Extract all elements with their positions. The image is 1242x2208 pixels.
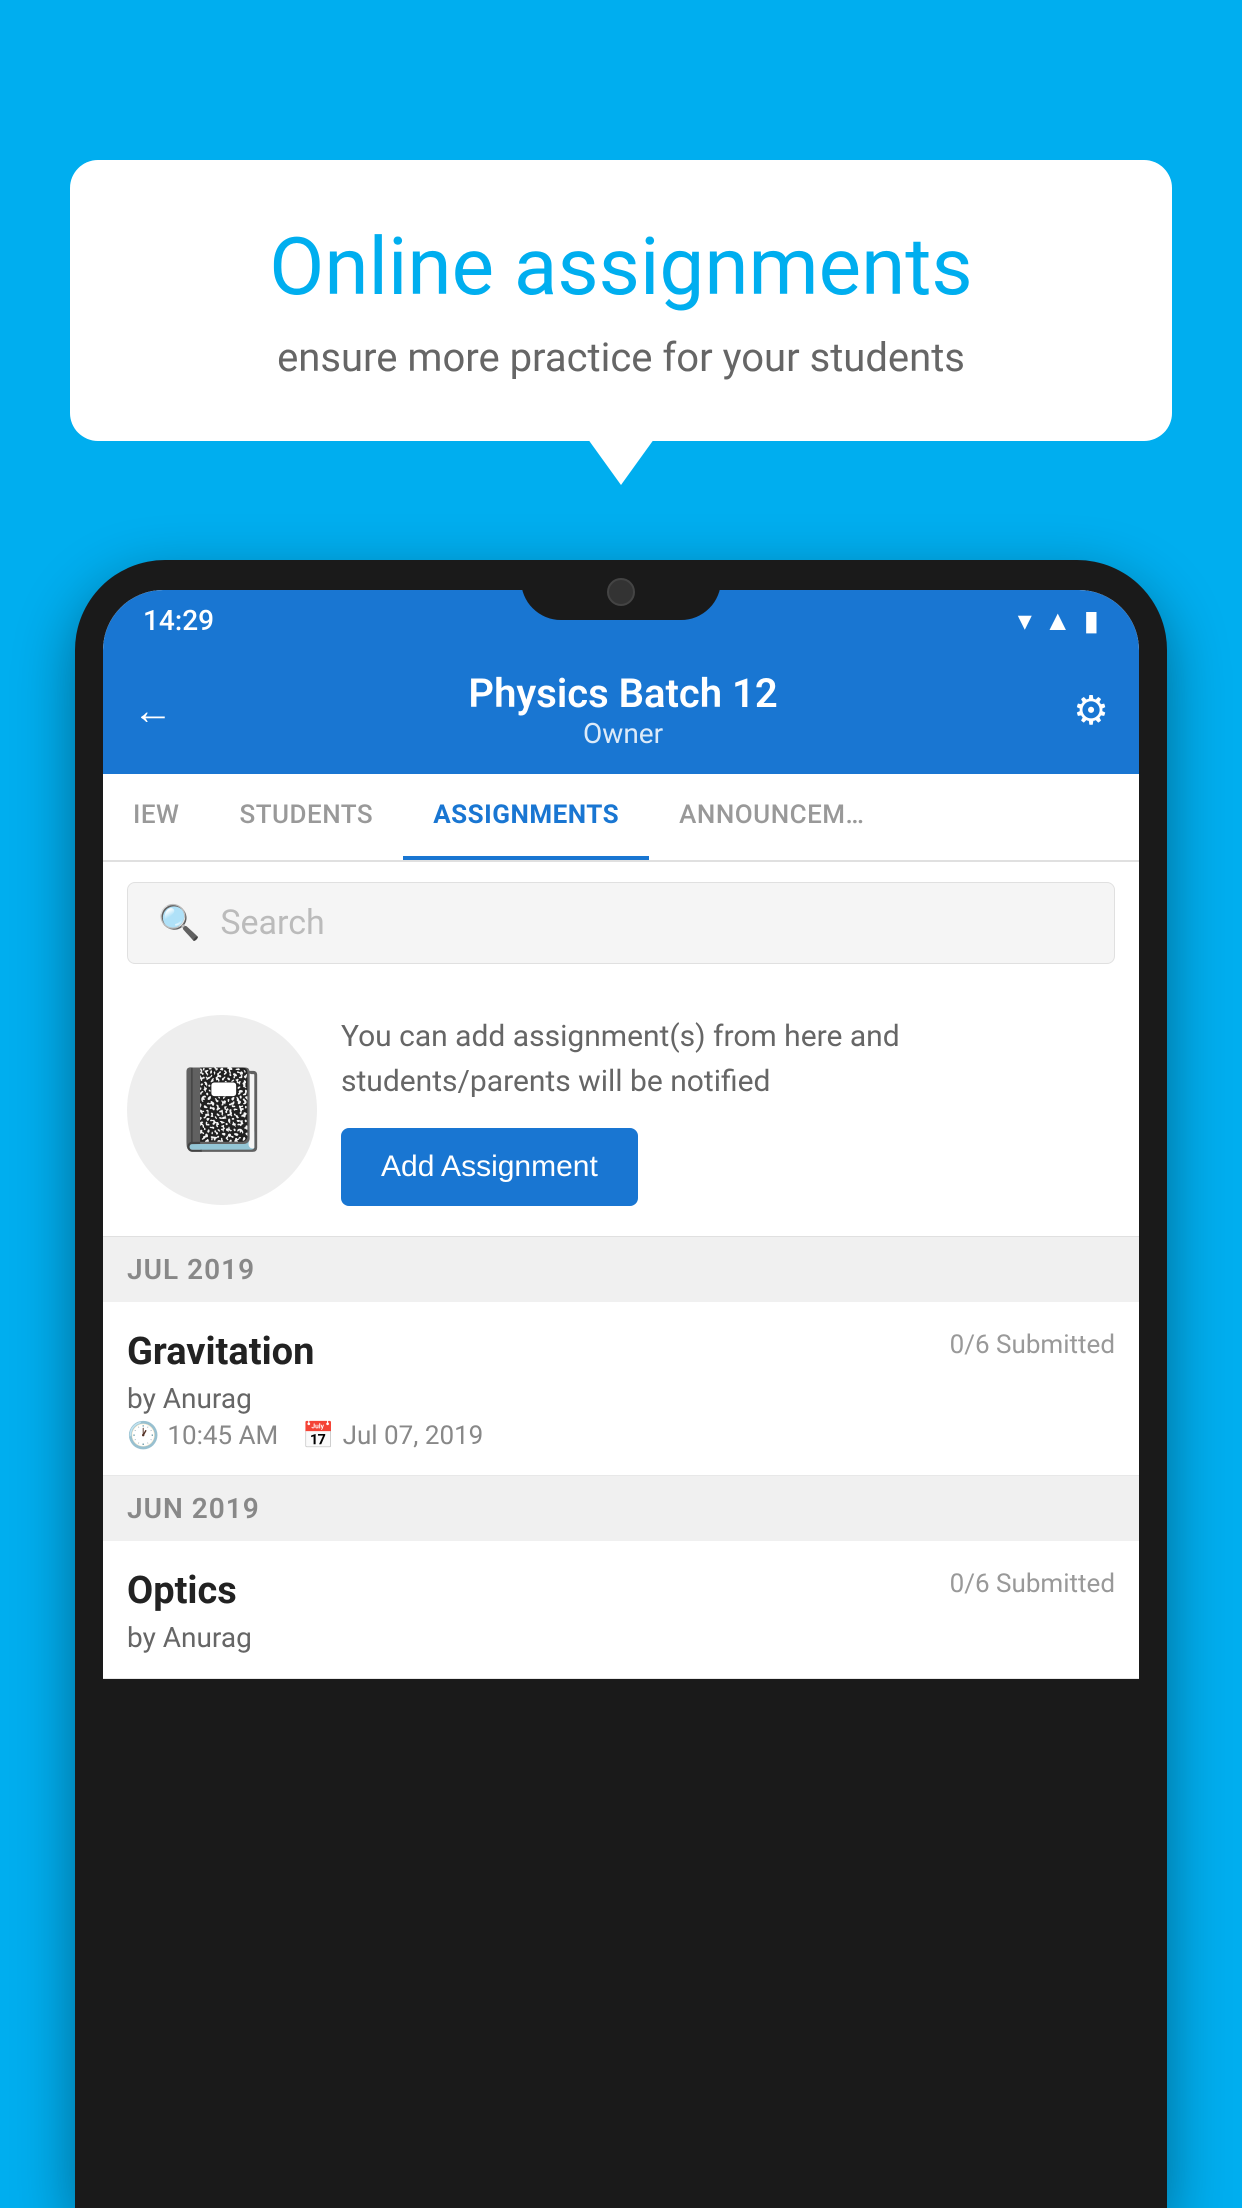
datetime-date-gravitation: 📅 Jul 07, 2019 <box>302 1421 483 1451</box>
bubble-subtitle: ensure more practice for your students <box>140 334 1102 381</box>
datetime-time-gravitation: 🕐 10:45 AM <box>127 1421 278 1451</box>
tab-announcements[interactable]: ANNOUNCEM… <box>649 774 894 860</box>
speech-bubble-container: Online assignments ensure more practice … <box>70 160 1172 441</box>
calendar-icon: 📅 <box>302 1421 334 1451</box>
assignment-meta-gravitation: by Anurag 🕐 10:45 AM 📅 Jul 07, 2019 <box>127 1382 1115 1451</box>
phone-screen: 14:29 ▾ ▲ ▮ ← Physics Batch 12 Owner ⚙ I… <box>103 590 1139 1679</box>
promo-block: 📓 You can add assignment(s) from here an… <box>103 984 1139 1237</box>
tab-assignments[interactable]: ASSIGNMENTS <box>403 774 649 860</box>
app-header: ← Physics Batch 12 Owner ⚙ <box>103 650 1139 774</box>
promo-icon-circle: 📓 <box>127 1015 317 1205</box>
header-center: Physics Batch 12 Owner <box>173 670 1073 750</box>
signal-icon: ▲ <box>1044 604 1072 637</box>
assignment-header-optics: Optics 0/6 Submitted <box>127 1569 1115 1613</box>
search-placeholder: Search <box>220 903 324 943</box>
search-icon: 🔍 <box>158 903 200 943</box>
status-icons: ▾ ▲ ▮ <box>1018 604 1099 637</box>
assignment-datetime-gravitation: 🕐 10:45 AM 📅 Jul 07, 2019 <box>127 1421 1115 1451</box>
add-assignment-button[interactable]: Add Assignment <box>341 1128 638 1206</box>
phone-camera <box>607 578 635 606</box>
phone-frame: 14:29 ▾ ▲ ▮ ← Physics Batch 12 Owner ⚙ I… <box>75 560 1167 2208</box>
assignment-item-gravitation[interactable]: Gravitation 0/6 Submitted by Anurag 🕐 10… <box>103 1302 1139 1476</box>
tab-students[interactable]: STUDENTS <box>209 774 403 860</box>
wifi-icon: ▾ <box>1018 604 1032 637</box>
tabs-container: IEW STUDENTS ASSIGNMENTS ANNOUNCEM… <box>103 774 1139 862</box>
search-bar[interactable]: 🔍 Search <box>127 882 1115 964</box>
assignment-submitted-optics: 0/6 Submitted <box>950 1569 1115 1599</box>
promo-description: You can add assignment(s) from here and … <box>341 1014 1115 1104</box>
notebook-icon: 📓 <box>172 1063 272 1157</box>
assignment-by-gravitation: by Anurag <box>127 1382 1115 1415</box>
tab-overview[interactable]: IEW <box>103 774 209 860</box>
assignment-item-optics[interactable]: Optics 0/6 Submitted by Anurag <box>103 1541 1139 1679</box>
header-title: Physics Batch 12 <box>173 670 1073 717</box>
section-divider-jul: JUL 2019 <box>103 1237 1139 1302</box>
promo-text-area: You can add assignment(s) from here and … <box>341 1014 1115 1206</box>
assignment-by-optics: by Anurag <box>127 1621 1115 1654</box>
assignment-meta-optics: by Anurag <box>127 1621 1115 1654</box>
header-subtitle: Owner <box>173 717 1073 750</box>
assignment-title-optics: Optics <box>127 1569 237 1613</box>
search-container: 🔍 Search <box>103 862 1139 984</box>
section-divider-jun: JUN 2019 <box>103 1476 1139 1541</box>
section-label-jun: JUN 2019 <box>127 1492 260 1525</box>
assignment-submitted-gravitation: 0/6 Submitted <box>950 1330 1115 1360</box>
speech-bubble: Online assignments ensure more practice … <box>70 160 1172 441</box>
status-time: 14:29 <box>143 604 214 637</box>
assignment-time-gravitation: 10:45 AM <box>167 1421 278 1451</box>
settings-icon[interactable]: ⚙ <box>1073 687 1109 734</box>
bubble-title: Online assignments <box>140 220 1102 314</box>
assignment-title-gravitation: Gravitation <box>127 1330 314 1374</box>
assignment-header: Gravitation 0/6 Submitted <box>127 1330 1115 1374</box>
assignment-date-gravitation: Jul 07, 2019 <box>343 1421 484 1451</box>
back-button[interactable]: ← <box>133 687 173 734</box>
section-label-jul: JUL 2019 <box>127 1253 255 1286</box>
battery-icon: ▮ <box>1084 604 1099 637</box>
phone-notch <box>521 560 721 620</box>
clock-icon: 🕐 <box>127 1421 159 1451</box>
